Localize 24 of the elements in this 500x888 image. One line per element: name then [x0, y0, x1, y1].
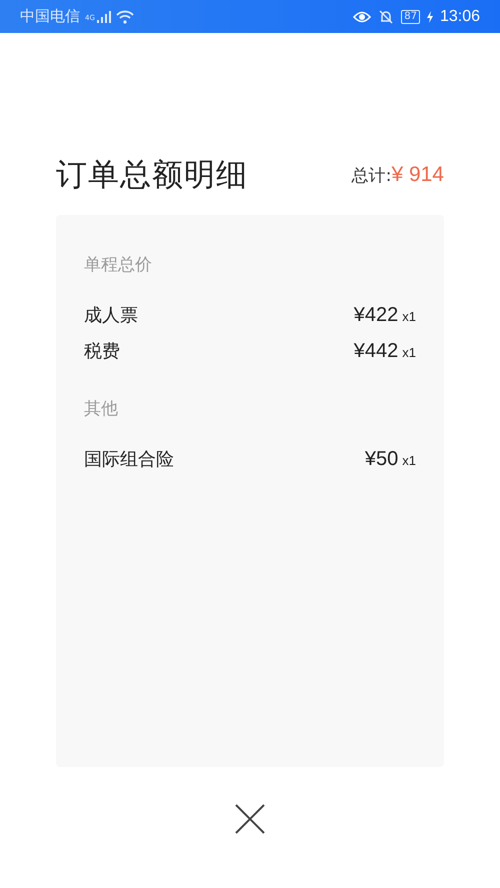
section-heading: 单程总价 [84, 254, 153, 277]
fee-name: 成人票 [84, 304, 138, 328]
fee-name: 国际组合险 [84, 448, 174, 472]
clock-time: 13:06 [440, 8, 480, 26]
fee-quantity: x1 [402, 452, 416, 470]
total-label: 总计: [352, 164, 392, 186]
fee-quantity: x1 [402, 308, 416, 326]
fee-quantity: x1 [402, 344, 416, 362]
eye-icon [353, 10, 372, 24]
fee-price: ¥50 [364, 447, 398, 472]
total-amount: ¥ 914 [391, 163, 444, 187]
section-heading: 其他 [84, 398, 119, 421]
battery-level: 87 [401, 10, 420, 24]
signal-icon [96, 10, 111, 22]
fee-price: ¥442 [354, 339, 398, 364]
fee-price: ¥422 [354, 303, 398, 328]
muted-bell-icon [378, 8, 394, 24]
page-title: 订单总额明细 [56, 156, 248, 195]
close-button[interactable] [234, 803, 266, 835]
carrier-name: 中国电信 [20, 7, 80, 26]
wifi-icon [116, 10, 134, 24]
network-type: 4G [85, 14, 95, 22]
fee-name: 税费 [84, 340, 120, 364]
charging-icon [426, 10, 433, 22]
